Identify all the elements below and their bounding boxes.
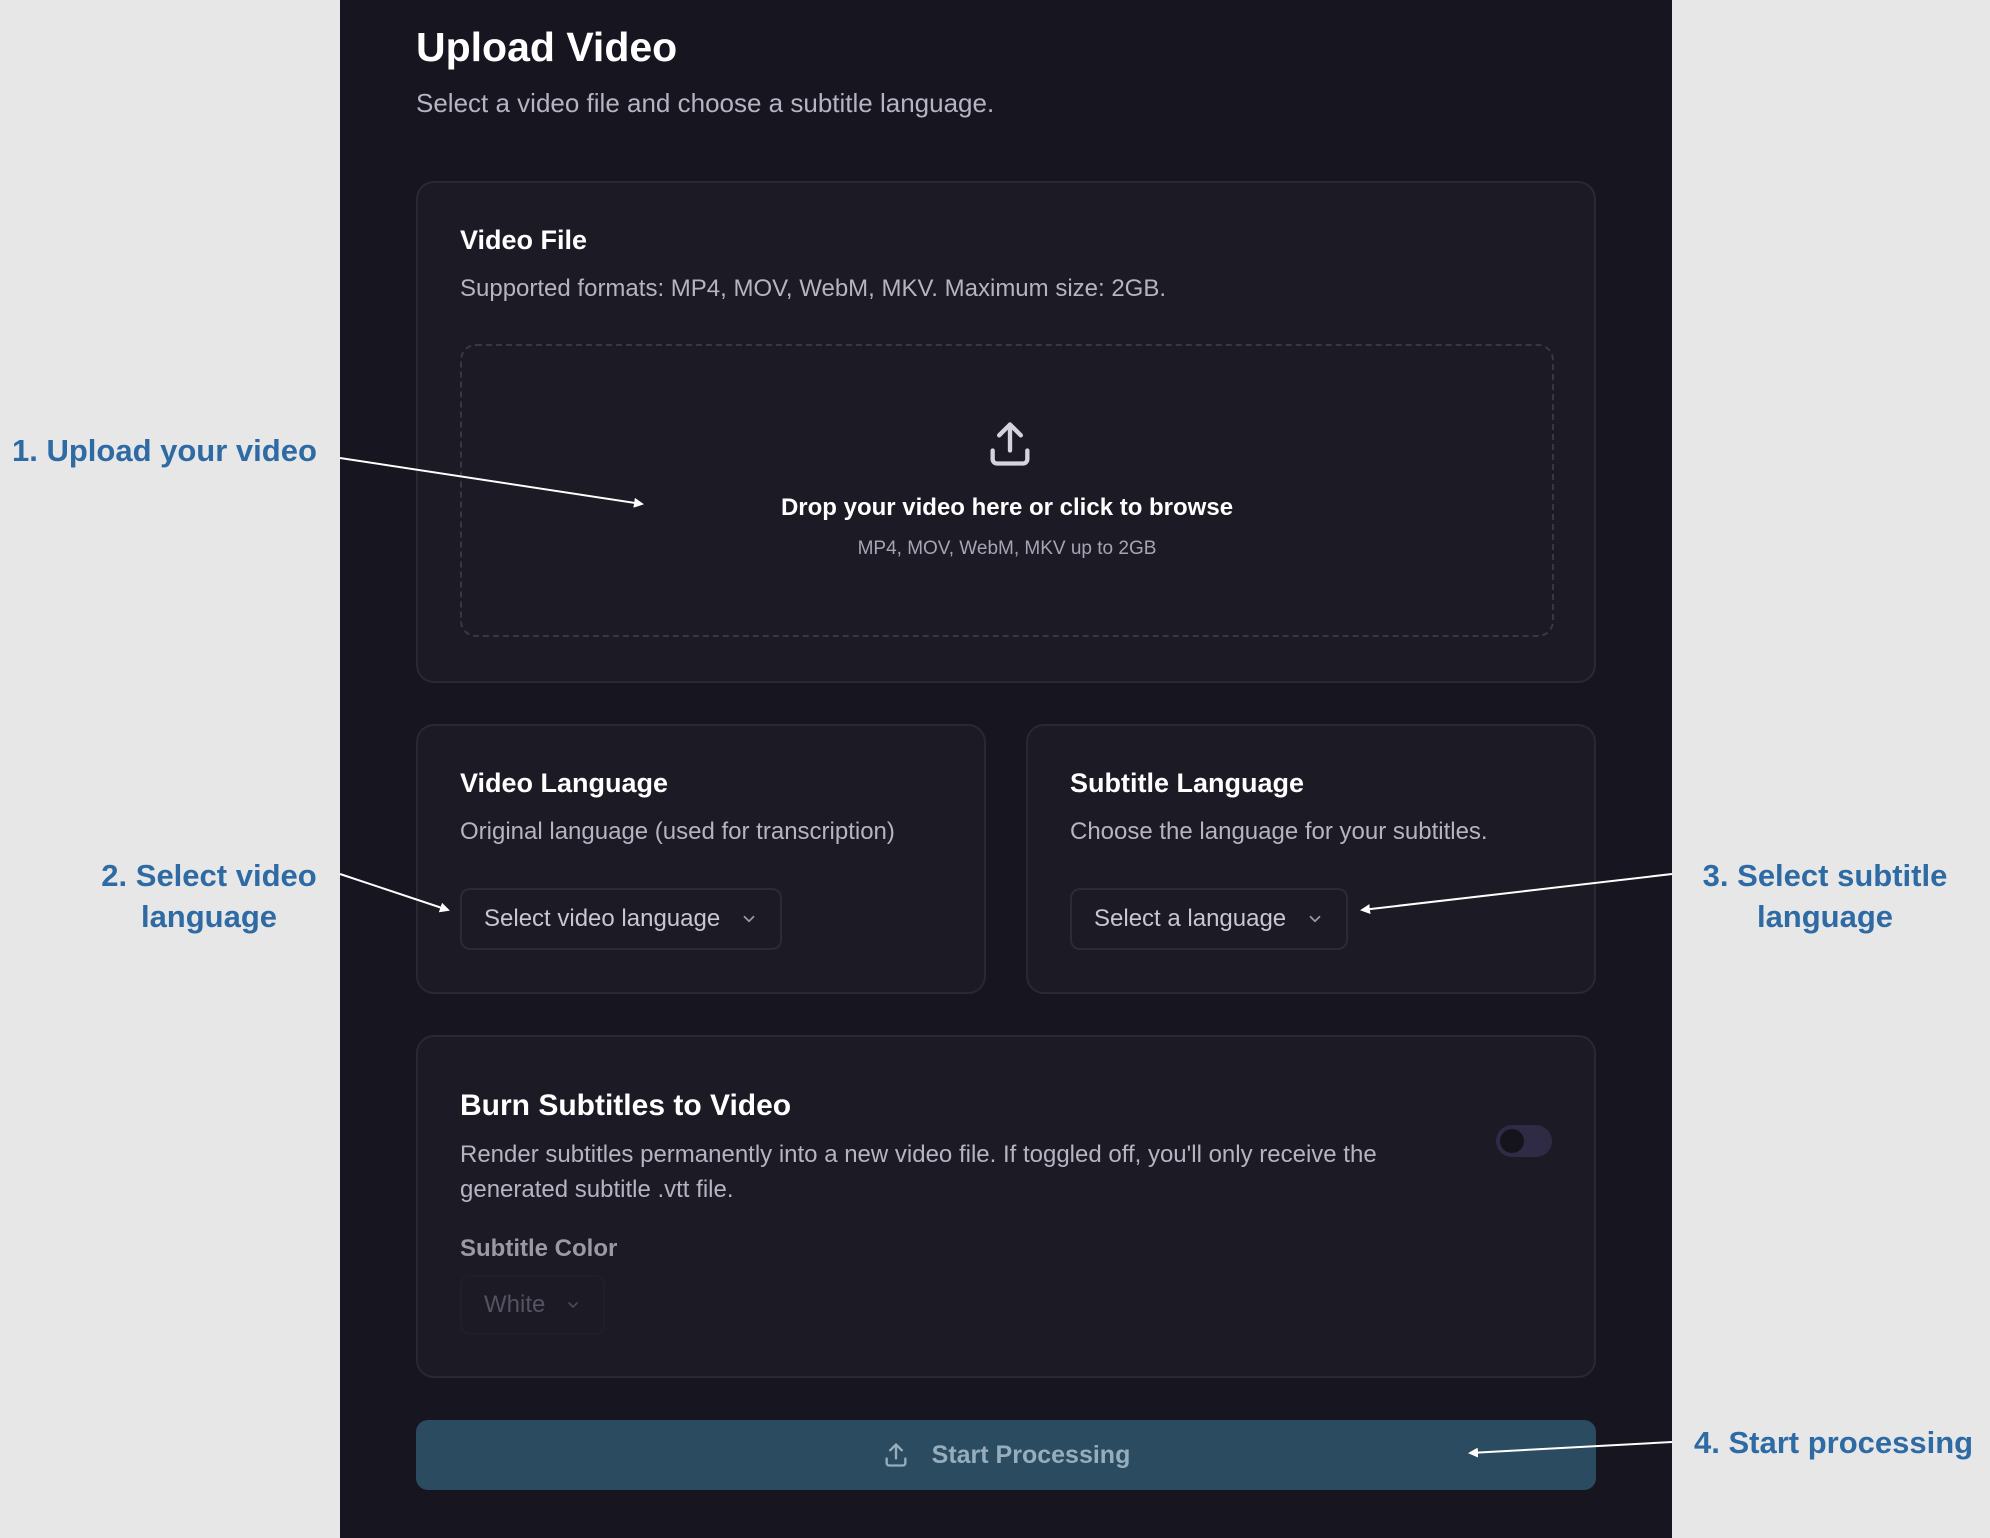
video-dropzone[interactable]: Drop your video here or click to browse … [460,344,1554,637]
video-file-title: Video File [460,225,588,255]
subtitle-color-select[interactable]: White [460,1275,606,1335]
chevron-down-icon [743,915,755,923]
burn-subtitles-card: Burn Subtitles to Video Render subtitles… [416,1035,1596,1378]
subtitle-color-label: Subtitle Color [460,1235,618,1262]
annotation-step1: 1. Upload your video [12,433,317,468]
annotation-step4: 4. Start processing [1694,1425,1974,1460]
subtitle-language-title: Subtitle Language [1070,768,1305,798]
video-language-select-text: Select video language [484,905,721,932]
start-processing-button[interactable]: Start Processing [416,1420,1596,1490]
upload-panel: Upload Video Select a video file and cho… [340,0,1672,1538]
video-language-description: Original language (used for transcriptio… [460,818,895,845]
subtitle-color-value: White [484,1291,546,1318]
subtitle-language-select[interactable]: Select a language [1070,888,1349,950]
burn-subtitles-description: Render subtitles permanently into a new … [460,1141,1377,1203]
upload-icon [990,422,1030,466]
chevron-down-icon [568,1302,579,1308]
video-language-card: Video Language Original language (used f… [416,724,986,994]
dropzone-hint: MP4, MOV, WebM, MKV up to 2GB [857,538,1157,559]
start-processing-label: Start Processing [931,1440,1131,1469]
annotation-step3: 3. Select subtitle language [1702,858,1948,934]
toggle-knob [1500,1129,1524,1153]
screenshot-stage: Upload Video Select a video file and cho… [0,0,1990,1538]
video-language-select[interactable]: Select video language [460,888,783,950]
subtitle-language-select-text: Select a language [1094,905,1287,932]
burn-subtitles-title: Burn Subtitles to Video [460,1089,792,1122]
annotation-step2: 2. Select video language [101,858,317,934]
video-file-description: Supported formats: MP4, MOV, WebM, MKV. … [460,275,1167,302]
burn-subtitles-toggle[interactable] [1496,1125,1552,1157]
dropzone-title: Drop your video here or click to browse [780,494,1234,521]
subtitle-language-card: Subtitle Language Choose the language fo… [1026,724,1596,994]
page-subtitle: Select a video file and choose a subtitl… [416,88,995,118]
chevron-down-icon [1309,915,1321,923]
video-file-card: Video File Supported formats: MP4, MOV, … [416,181,1596,683]
page-title: Upload Video [416,24,678,70]
subtitle-language-description: Choose the language for your subtitles. [1070,818,1488,845]
upload-icon [885,1443,907,1467]
video-language-title: Video Language [460,768,669,798]
